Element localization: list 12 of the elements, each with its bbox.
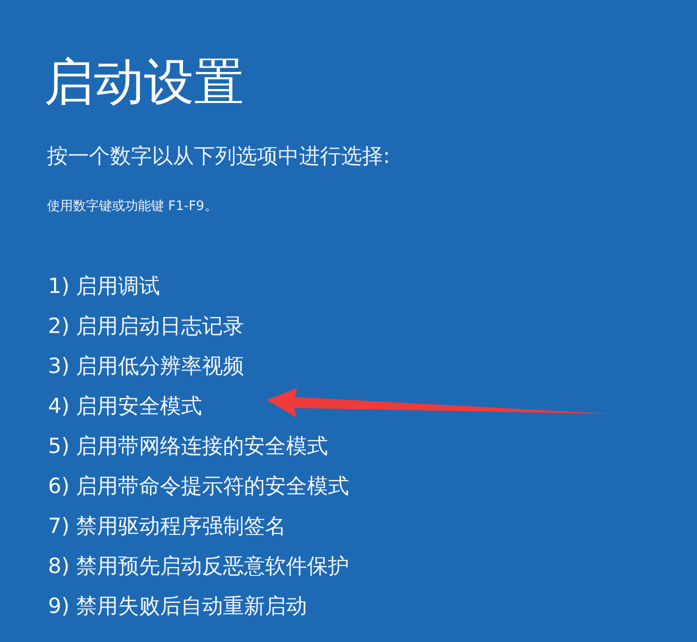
option-item[interactable]: 9) 禁用失败后自动重新启动 xyxy=(48,592,308,620)
option-item[interactable]: 8) 禁用预先启动反恶意软件保护 xyxy=(48,552,350,580)
option-item[interactable]: 4) 启用安全模式 xyxy=(48,392,202,420)
option-item[interactable]: 3) 启用低分辨率视频 xyxy=(48,352,244,380)
option-item[interactable]: 5) 启用带网络连接的安全模式 xyxy=(48,432,328,460)
option-item[interactable]: 7) 禁用驱动程序强制签名 xyxy=(48,512,286,540)
option-item[interactable]: 2) 启用启动日志记录 xyxy=(48,312,244,340)
page-title: 启动设置 xyxy=(44,52,244,112)
instruction-text: 按一个数字以从下列选项中进行选择: xyxy=(47,143,390,170)
option-item[interactable]: 1) 启用调试 xyxy=(48,272,160,300)
option-item[interactable]: 6) 启用带命令提示符的安全模式 xyxy=(48,472,350,500)
hint-text: 使用数字键或功能键 F1-F9。 xyxy=(47,198,218,216)
